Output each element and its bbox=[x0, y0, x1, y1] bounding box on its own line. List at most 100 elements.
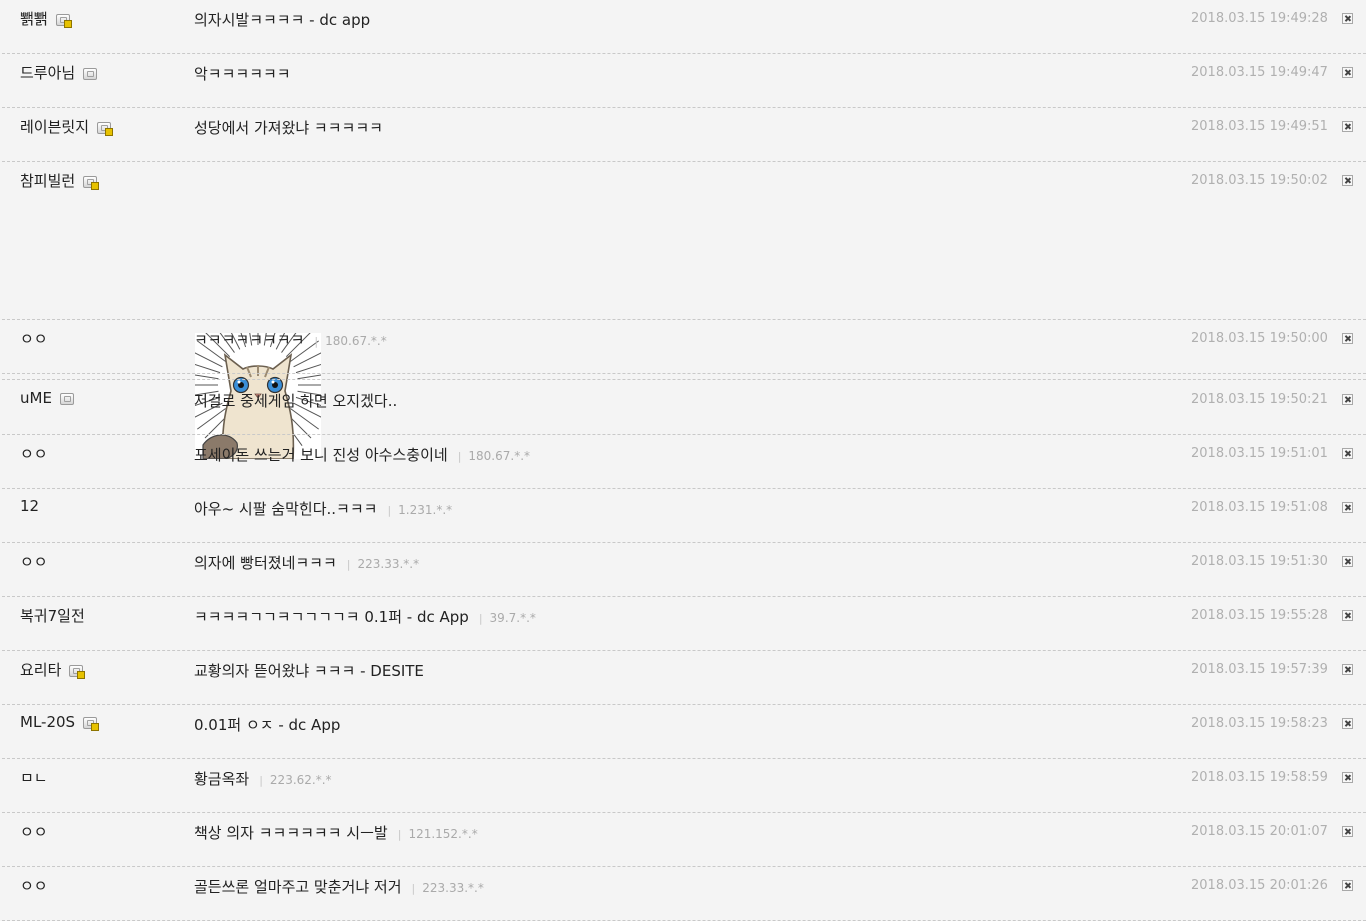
comment-nickname[interactable]: ML-20S bbox=[20, 713, 100, 731]
comment-text: 교황의자 뜯어왔냐 ㅋㅋㅋ - DESITE bbox=[194, 660, 424, 681]
comment-nickname[interactable]: 뾁뾁 bbox=[20, 8, 72, 29]
comment-nickname[interactable]: ㅇㅇ bbox=[20, 328, 48, 349]
comment-text: 의자시발ㅋㅋㅋㅋ - dc app bbox=[194, 9, 370, 30]
comment-memo: 아우~ 시팔 숨막힌다..ㅋㅋㅋ bbox=[194, 500, 378, 518]
delete-comment-icon[interactable] bbox=[1342, 880, 1353, 891]
ip-separator: | bbox=[346, 558, 351, 571]
comment-nickname-text[interactable]: ㅇㅇ bbox=[20, 553, 48, 571]
comment-ip: 223.33.*.* bbox=[357, 557, 420, 571]
comment-memo: ㅋㅋㅋㅋㄱㄱㅋㄱㄱㄱㄱㅋ 0.1퍼 - dc App bbox=[194, 608, 469, 626]
comment-text: 황금옥좌 | 223.62.*.* bbox=[194, 768, 332, 789]
comment-list: 뾁뾁 의자시발ㅋㅋㅋㅋ - dc app 2018.03.15 19:49:28 드루… bbox=[2, 0, 1366, 921]
comment-nickname-text[interactable]: 뾁뾁 bbox=[20, 10, 48, 28]
comment-date: 2018.03.15 19:49:51 bbox=[1191, 119, 1328, 134]
comment-memo: 악ㅋㅋㅋㅋㅋㅋ bbox=[194, 65, 291, 83]
comment-memo: 교황의자 뜯어왔냐 ㅋㅋㅋ - DESITE bbox=[194, 662, 424, 680]
delete-comment-icon[interactable] bbox=[1342, 556, 1353, 567]
comment-date: 2018.03.15 19:57:39 bbox=[1191, 662, 1328, 677]
comment-nickname[interactable]: 복귀7일전 bbox=[20, 605, 85, 626]
delete-comment-icon[interactable] bbox=[1342, 13, 1353, 24]
delete-comment-icon[interactable] bbox=[1342, 448, 1353, 459]
comment-date: 2018.03.15 19:58:59 bbox=[1191, 770, 1328, 785]
comment-row: uME 저걸로 중세게임 하면 오지겠다.. 2018.03.15 19:50:21 bbox=[2, 381, 1366, 435]
comment-nickname-text[interactable]: ㅇㅇ bbox=[20, 445, 48, 463]
comment-memo: 의자에 빵터졌네ㅋㅋㅋ bbox=[194, 554, 337, 572]
comment-text: 포세이돈 쓰는거 보니 진성 아수스충이네 | 180.67.*.* bbox=[194, 444, 530, 465]
comment-nickname[interactable]: ㅇㅇ bbox=[20, 821, 48, 842]
comment-row: 요리타 교황의자 뜯어왔냐 ㅋㅋㅋ - DESITE 2018.03.15 19:5… bbox=[2, 651, 1366, 705]
comment-nickname[interactable]: 레이븐릿지 bbox=[20, 116, 114, 137]
comment-nickname[interactable]: 드루아님 bbox=[20, 62, 98, 83]
comment-text: 아우~ 시팔 숨막힌다..ㅋㅋㅋ | 1.231.*.* bbox=[194, 498, 452, 519]
comment-nickname-text[interactable]: ㅇㅇ bbox=[20, 330, 48, 348]
delete-comment-icon[interactable] bbox=[1342, 333, 1353, 344]
gallog-icon[interactable] bbox=[83, 717, 100, 731]
comment-row: 12 아우~ 시팔 숨막힌다..ㅋㅋㅋ | 1.231.*.* 2018.03.15 1… bbox=[2, 489, 1366, 543]
comment-ip: 180.67.*.* bbox=[325, 334, 387, 348]
comment-nickname-text[interactable]: 복귀7일전 bbox=[20, 607, 85, 625]
delete-comment-icon[interactable] bbox=[1342, 772, 1353, 783]
ip-separator: | bbox=[259, 774, 263, 787]
comment-row: 복귀7일전 ㅋㅋㅋㅋㄱㄱㅋㄱㄱㄱㄱㅋ 0.1퍼 - dc App | 39.7.*.*… bbox=[2, 597, 1366, 651]
comment-nickname[interactable]: 참피빌런 bbox=[20, 170, 100, 191]
delete-comment-icon[interactable] bbox=[1342, 175, 1353, 186]
ip-separator: | bbox=[314, 335, 319, 348]
delete-comment-icon[interactable] bbox=[1342, 502, 1353, 513]
comment-date: 2018.03.15 19:50:21 bbox=[1191, 392, 1328, 407]
comment-nickname[interactable]: ㅇㅇ bbox=[20, 551, 48, 572]
comment-text: ㅋㅋㅋㅋㅋㅋㅋㅋ | 180.67.*.* bbox=[194, 329, 387, 350]
comment-ip: 223.33.*.* bbox=[422, 881, 484, 895]
gallog-icon[interactable] bbox=[83, 176, 100, 190]
comment-nickname-text[interactable]: ㅁㄴ bbox=[20, 769, 48, 787]
comment-nickname-text[interactable]: 12 bbox=[20, 497, 39, 515]
comment-nickname-text[interactable]: 드루아님 bbox=[20, 64, 75, 82]
comment-memo: 성당에서 가져왔냐 ㅋㅋㅋㅋㅋ bbox=[194, 119, 383, 137]
comment-date: 2018.03.15 19:51:01 bbox=[1191, 446, 1328, 461]
comment-text: 악ㅋㅋㅋㅋㅋㅋ bbox=[194, 63, 291, 84]
comment-nickname[interactable]: 요리타 bbox=[20, 659, 86, 680]
comment-nickname[interactable]: 12 bbox=[20, 497, 39, 515]
ip-separator: | bbox=[387, 504, 392, 517]
comment-date: 2018.03.15 19:50:00 bbox=[1191, 331, 1328, 346]
comment-row: ㅇㅇ 책상 의자 ㅋㅋㅋㅋㅋㅋ 시ㅡ발 | 121.152.*.* 2018.03.15… bbox=[2, 813, 1366, 867]
comment-date: 2018.03.15 19:49:47 bbox=[1191, 65, 1328, 80]
ip-separator: | bbox=[397, 828, 402, 841]
comment-nickname[interactable]: ㅇㅇ bbox=[20, 443, 48, 464]
gallog-icon[interactable] bbox=[97, 122, 114, 136]
delete-comment-icon[interactable] bbox=[1342, 664, 1353, 675]
comment-nickname-text[interactable]: uME bbox=[20, 389, 52, 407]
comment-text: ㅋㅋㅋㅋㄱㄱㅋㄱㄱㄱㄱㅋ 0.1퍼 - dc App | 39.7.*.* bbox=[194, 606, 536, 627]
comment-ip: 121.152.*.* bbox=[408, 827, 478, 841]
comment-ip: 180.67.*.* bbox=[468, 449, 531, 463]
comment-nickname[interactable]: uME bbox=[20, 389, 74, 407]
comment-text: 저걸로 중세게임 하면 오지겠다.. bbox=[194, 390, 397, 411]
comment-nickname-text[interactable]: ML-20S bbox=[20, 713, 75, 731]
comment-nickname-text[interactable]: 레이븐릿지 bbox=[20, 118, 89, 136]
comment-row: ㅇㅇ 골든쓰론 얼마주고 맞춘거냐 저거 | 223.33.*.* 2018.03.15… bbox=[2, 867, 1366, 921]
comment-ip: 39.7.*.* bbox=[489, 611, 536, 625]
comment-nickname[interactable]: ㅁㄴ bbox=[20, 767, 48, 788]
comment-text: 성당에서 가져왔냐 ㅋㅋㅋㅋㅋ bbox=[194, 117, 383, 138]
comment-row: ML-20S 0.01퍼 ㅇㅈ - dc App 2018.03.15 19:58:… bbox=[2, 705, 1366, 759]
comment-nickname-text[interactable]: ㅇㅇ bbox=[20, 823, 48, 841]
gallog-icon[interactable] bbox=[55, 14, 72, 28]
comment-memo: 포세이돈 쓰는거 보니 진성 아수스충이네 bbox=[194, 446, 448, 464]
comment-date: 2018.03.15 19:49:28 bbox=[1191, 11, 1328, 26]
gallog-icon[interactable] bbox=[69, 665, 86, 679]
comment-row: ㅇㅇ 포세이돈 쓰는거 보니 진성 아수스충이네 | 180.67.*.* 2018.0… bbox=[2, 435, 1366, 489]
comment-date: 2018.03.15 19:55:28 bbox=[1191, 608, 1328, 623]
comment-nickname-text[interactable]: ㅇㅇ bbox=[20, 877, 48, 895]
comment-date: 2018.03.15 20:01:26 bbox=[1191, 878, 1328, 893]
delete-comment-icon[interactable] bbox=[1342, 394, 1353, 405]
delete-comment-icon[interactable] bbox=[1342, 610, 1353, 621]
gallog-icon[interactable] bbox=[59, 393, 74, 405]
comment-nickname-text[interactable]: 참피빌런 bbox=[20, 172, 75, 190]
delete-comment-icon[interactable] bbox=[1342, 121, 1353, 132]
delete-comment-icon[interactable] bbox=[1342, 67, 1353, 78]
comment-row: 참피빌런 2018.03.15 19:50:02 bbox=[2, 162, 1366, 459]
comment-nickname-text[interactable]: 요리타 bbox=[20, 661, 61, 679]
delete-comment-icon[interactable] bbox=[1342, 718, 1353, 729]
delete-comment-icon[interactable] bbox=[1342, 826, 1353, 837]
gallog-icon[interactable] bbox=[83, 68, 98, 80]
comment-nickname[interactable]: ㅇㅇ bbox=[20, 875, 48, 896]
